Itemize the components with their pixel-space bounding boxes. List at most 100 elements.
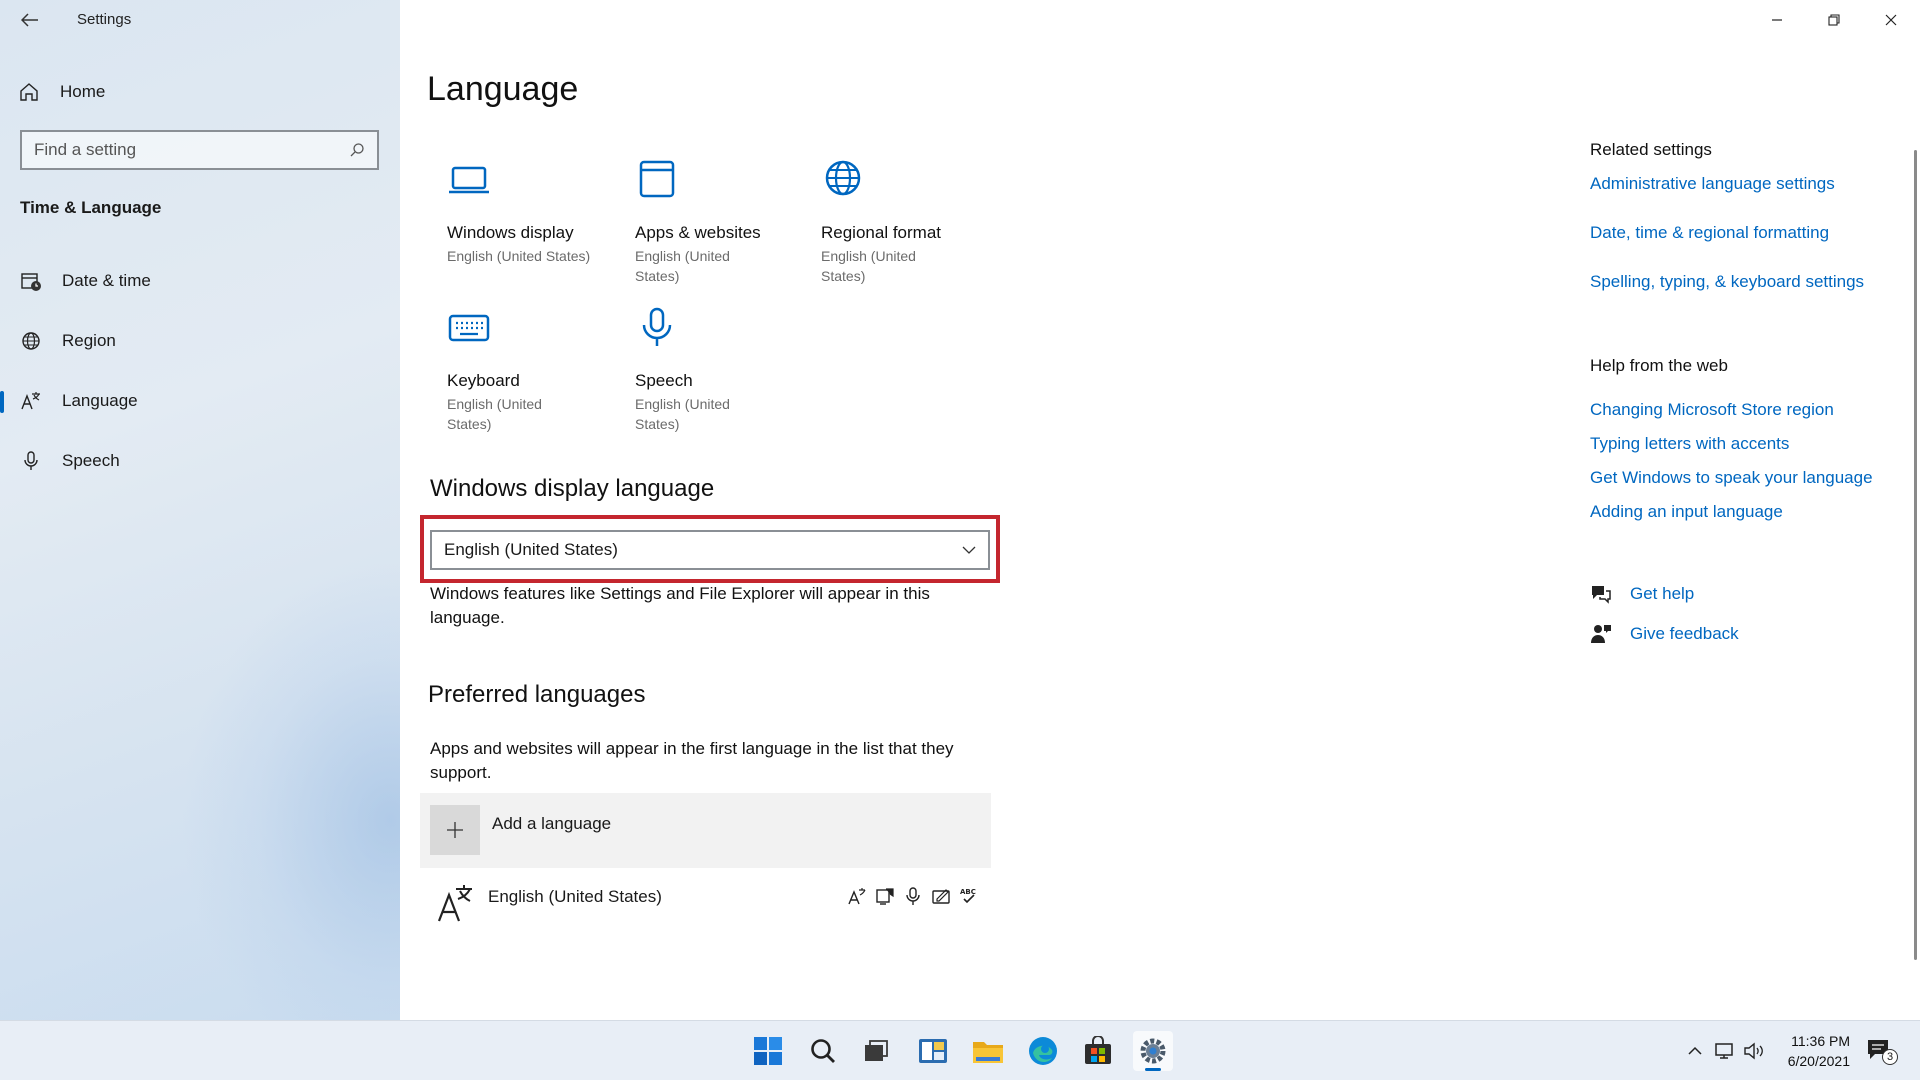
display-language-description: Windows features like Settings and File … [430,584,930,627]
close-icon [1885,14,1897,26]
tile-title: Windows display [447,223,574,242]
tile-title: Speech [635,371,693,390]
notification-center-button[interactable]: 3 [1866,1037,1898,1068]
widgets-button[interactable] [913,1031,953,1071]
sidebar-item-label: Speech [62,451,120,470]
chevron-down-icon [962,546,976,554]
sidebar: Settings Home Time & Language Date & tim… [0,0,400,1020]
sidebar-item-label: Region [62,331,116,350]
language-name: English (United States) [488,887,662,906]
microphone-icon [24,451,38,470]
taskbar: 11:36 PM 6/20/2021 3 [0,1020,1920,1080]
display-language-icon [848,888,866,905]
laptop-icon [449,166,489,194]
file-explorer-icon [973,1042,1003,1063]
get-help-icon [1592,586,1611,604]
tile-subtitle: English (United States) [447,248,591,264]
search-icon[interactable] [349,142,365,158]
clock[interactable]: 11:36 PM 6/20/2021 [1760,1031,1850,1071]
tile-title: Keyboard [447,371,520,390]
language-icon [21,392,40,410]
page-title: Language [427,70,579,108]
close-button[interactable] [1863,0,1919,40]
task-view-button[interactable] [856,1031,896,1071]
start-icon [754,1037,782,1065]
link-typing-accents[interactable]: Typing letters with accents [1590,434,1789,454]
dropdown-value: English (United States) [444,540,618,559]
give-feedback-link[interactable]: Give feedback [1590,623,1739,645]
clock-time: 11:36 PM [1791,1033,1850,1049]
back-button[interactable] [16,8,44,32]
sidebar-item-speech[interactable]: Speech [0,441,400,481]
minimize-icon [1772,19,1782,21]
link-spelling-typing-keyboard[interactable]: Spelling, typing, & keyboard settings [1590,272,1864,292]
search-box[interactable] [20,130,379,170]
sidebar-section-title: Time & Language [20,198,162,217]
link-adding-input-language[interactable]: Adding an input language [1590,502,1783,522]
scrollbar[interactable] [1914,150,1917,960]
edge-icon [1029,1037,1057,1065]
preferred-languages-heading: Preferred languages [428,681,646,708]
task-view-icon [865,1040,888,1061]
handwriting-icon [932,889,950,904]
language-list-item[interactable]: English (United States) ABC [420,873,991,933]
microphone-icon [642,307,672,346]
help-from-web-heading: Help from the web [1590,356,1728,375]
display-language-dropdown[interactable]: English (United States) [430,530,990,570]
tile-windows-display[interactable]: Windows display English (United States) [447,158,627,266]
tile-subtitle: English (United States) [821,248,916,284]
widgets-icon [919,1039,947,1063]
add-language-label: Add a language [492,814,612,833]
link-admin-language-settings[interactable]: Administrative language settings [1590,174,1835,194]
globe-icon [22,332,40,350]
network-icon [1715,1043,1733,1059]
calendar-clock-icon [21,273,41,291]
related-settings-heading: Related settings [1590,140,1712,159]
tile-keyboard[interactable]: Keyboard English (United States) [447,306,627,434]
keyboard-icon [448,314,490,342]
tile-subtitle: English (United States) [635,396,730,432]
add-language-button[interactable]: Add a language [420,793,991,868]
plus-icon [430,805,480,855]
store-button[interactable] [1078,1031,1118,1071]
start-button[interactable] [748,1031,788,1071]
link-windows-speak-language[interactable]: Get Windows to speak your language [1590,468,1873,488]
display-language-heading: Windows display language [430,475,715,502]
tile-title: Apps & websites [635,223,761,242]
search-icon [811,1039,835,1063]
text-to-speech-icon [876,888,894,905]
notification-count-badge: 3 [1882,1049,1898,1065]
main-content: Language Windows display English (United… [400,0,1920,1020]
show-hidden-icons-button[interactable] [1685,1039,1705,1063]
restore-button[interactable] [1806,0,1862,40]
chevron-up-icon [1688,1046,1702,1055]
tile-apps-websites[interactable]: Apps & websites English (United States) [635,158,815,286]
sidebar-item-date-time[interactable]: Date & time [0,261,400,301]
sidebar-item-label: Home [60,82,106,101]
link-changing-store-region[interactable]: Changing Microsoft Store region [1590,400,1834,420]
restore-icon [1828,14,1840,26]
sidebar-item-label: Language [62,391,138,410]
globe-icon [825,160,861,196]
settings-app-button[interactable] [1133,1031,1173,1071]
spell-check-icon: ABC [960,888,976,904]
tile-speech[interactable]: Speech English (United States) [635,306,815,434]
sidebar-item-home[interactable]: Home [18,78,105,106]
speech-recognition-icon [906,887,920,905]
sidebar-item-label: Date & time [62,271,151,290]
clock-date: 6/20/2021 [1787,1053,1850,1069]
link-date-time-regional[interactable]: Date, time & regional formatting [1590,223,1829,243]
edge-button[interactable] [1023,1031,1063,1071]
tile-regional-format[interactable]: Regional format English (United States) [821,158,1001,286]
file-explorer-button[interactable] [968,1031,1008,1071]
sidebar-item-region[interactable]: Region [0,321,400,361]
window-title: Settings [77,11,132,28]
tile-title: Regional format [821,223,942,242]
get-help-link[interactable]: Get help [1590,584,1694,604]
taskbar-search-button[interactable] [803,1031,843,1071]
minimize-button[interactable] [1749,0,1805,40]
network-button[interactable] [1713,1039,1737,1063]
search-input[interactable] [34,140,349,160]
sidebar-item-language[interactable]: Language [0,381,400,421]
window-icon [639,160,675,198]
